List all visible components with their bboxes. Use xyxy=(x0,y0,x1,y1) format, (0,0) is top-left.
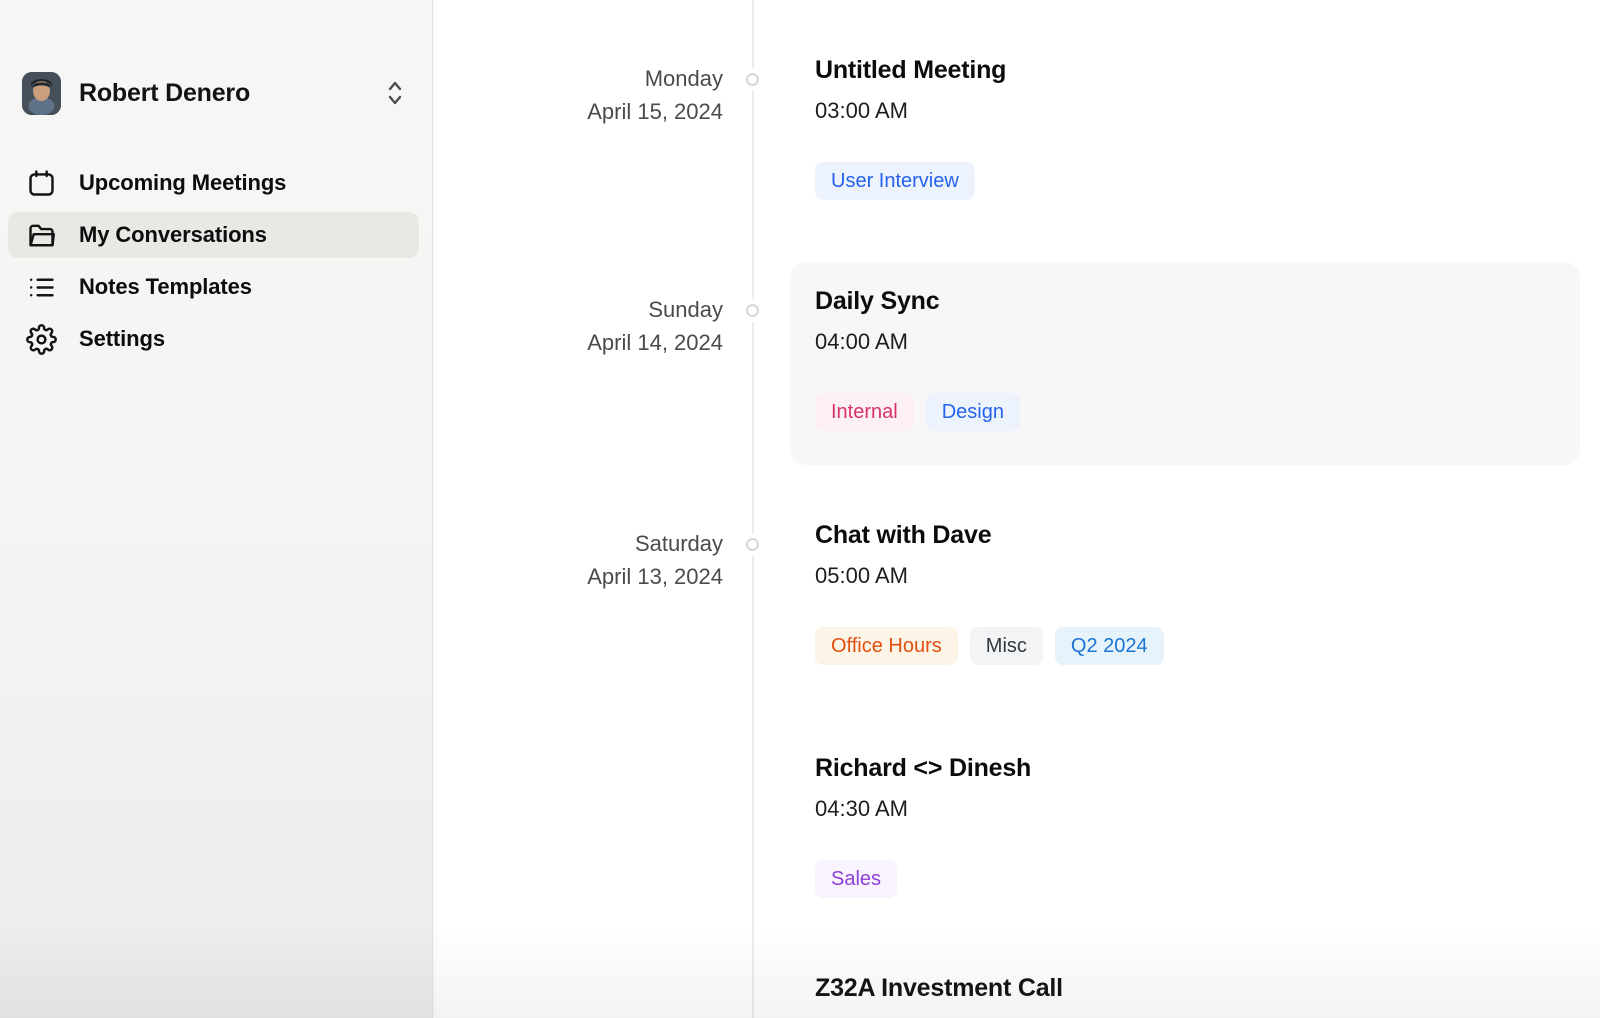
tag[interactable]: User Interview xyxy=(815,162,975,200)
sidebar-item-settings[interactable]: Settings xyxy=(8,316,419,362)
tag-row: User Interview xyxy=(815,162,1555,200)
tag[interactable]: Design xyxy=(926,393,1020,431)
tag[interactable]: Sales xyxy=(815,860,897,898)
date-label-group: Monday April 15, 2024 xyxy=(433,62,723,128)
meeting-title: Daily Sync xyxy=(815,286,1555,316)
timeline-dot xyxy=(746,538,759,551)
date-label-group: Saturday April 13, 2024 xyxy=(433,527,723,593)
meeting-card[interactable]: Z32A Investment Call xyxy=(790,949,1580,1018)
meeting-card[interactable]: Untitled Meeting 03:00 AM User Interview xyxy=(790,31,1580,234)
user-name: Robert Denero xyxy=(79,79,386,108)
meeting-card[interactable]: Daily Sync 04:00 AM Internal Design xyxy=(790,262,1580,465)
timeline-line xyxy=(752,0,754,1018)
meeting-title: Richard <> Dinesh xyxy=(815,753,1555,783)
user-menu[interactable]: Robert Denero xyxy=(22,70,418,116)
meeting-title: Chat with Dave xyxy=(815,520,1555,550)
sidebar-item-notes-templates[interactable]: Notes Templates xyxy=(8,264,419,310)
tag-row: Internal Design xyxy=(815,393,1555,431)
weekday-label: Sunday xyxy=(433,293,723,326)
meeting-time: 03:00 AM xyxy=(815,99,1555,122)
folder-icon xyxy=(26,220,57,251)
timeline-dot xyxy=(746,73,759,86)
tag[interactable]: Q2 2024 xyxy=(1055,627,1164,665)
sidebar-item-upcoming-meetings[interactable]: Upcoming Meetings xyxy=(8,160,419,206)
list-icon xyxy=(26,272,57,303)
meeting-time: 04:30 AM xyxy=(815,797,1555,820)
sidebar: Robert Denero Upcoming Meetings xyxy=(0,0,433,1018)
tag-row: Office Hours Misc Q2 2024 xyxy=(815,627,1555,665)
sidebar-item-label: Settings xyxy=(79,326,165,352)
gear-icon xyxy=(26,324,57,355)
meeting-time: 05:00 AM xyxy=(815,564,1555,587)
sidebar-item-label: Upcoming Meetings xyxy=(79,170,286,196)
avatar xyxy=(22,72,61,115)
date-label: April 15, 2024 xyxy=(433,95,723,128)
meeting-card[interactable]: Chat with Dave 05:00 AM Office Hours Mis… xyxy=(790,496,1580,699)
sidebar-item-label: Notes Templates xyxy=(79,274,252,300)
weekday-label: Saturday xyxy=(433,527,723,560)
tag[interactable]: Internal xyxy=(815,393,914,431)
weekday-label: Monday xyxy=(433,62,723,95)
sidebar-nav: Upcoming Meetings My Conversations xyxy=(8,160,419,368)
date-label: April 13, 2024 xyxy=(433,560,723,593)
tag-row: Sales xyxy=(815,860,1555,898)
tag[interactable]: Misc xyxy=(970,627,1043,665)
timeline-dot xyxy=(746,304,759,317)
meeting-title: Untitled Meeting xyxy=(815,55,1555,85)
meeting-card[interactable]: Richard <> Dinesh 04:30 AM Sales xyxy=(790,729,1580,932)
chevron-up-down-icon xyxy=(386,79,404,107)
calendar-icon xyxy=(26,168,57,199)
sidebar-item-my-conversations[interactable]: My Conversations xyxy=(8,212,419,258)
sidebar-item-label: My Conversations xyxy=(79,222,267,248)
conversations-timeline: Monday April 15, 2024 Untitled Meeting 0… xyxy=(433,0,1600,1018)
tag[interactable]: Office Hours xyxy=(815,627,958,665)
date-label: April 14, 2024 xyxy=(433,326,723,359)
meeting-title: Z32A Investment Call xyxy=(815,973,1555,1003)
meeting-time: 04:00 AM xyxy=(815,330,1555,353)
date-label-group: Sunday April 14, 2024 xyxy=(433,293,723,359)
